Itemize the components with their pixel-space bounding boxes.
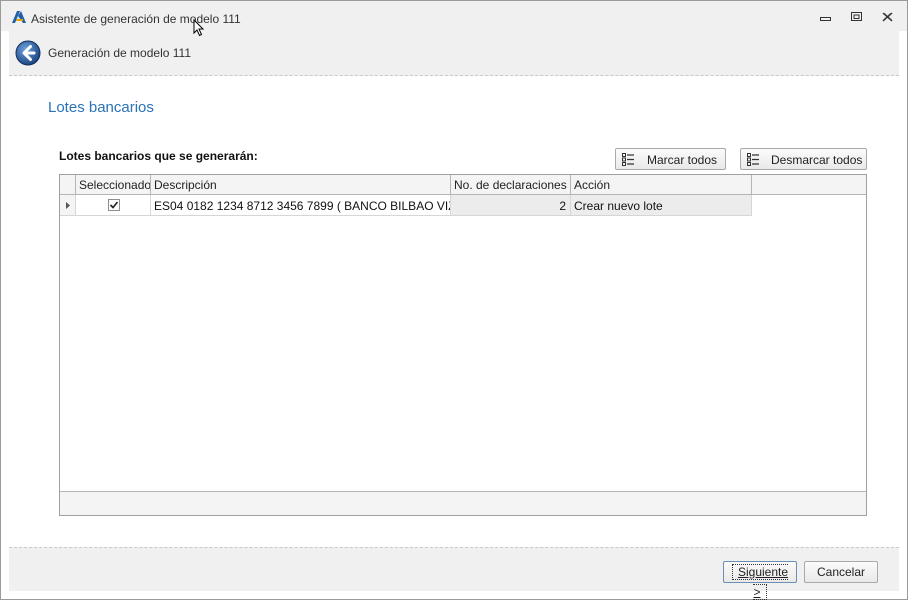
column-header-descripcion[interactable]: Descripción: [151, 175, 451, 195]
close-icon: [882, 12, 892, 22]
batches-grid[interactable]: Seleccionado Descripción No. de declarac…: [59, 174, 867, 516]
cell-accion[interactable]: Crear nuevo lote: [571, 195, 752, 216]
column-header-seleccionado[interactable]: Seleccionado: [76, 175, 151, 195]
row-pointer-icon: [66, 202, 70, 209]
wizard-header: Generación de modelo 111: [9, 31, 899, 76]
unmark-all-button[interactable]: Desmarcar todos: [740, 148, 867, 170]
restore-icon: [850, 12, 862, 21]
grid-footer: [60, 491, 866, 515]
grid-caption: Lotes bancarios que se generarán:: [59, 149, 258, 163]
mouse-cursor-icon: [193, 19, 205, 37]
next-button-label: Siguiente >: [731, 564, 789, 600]
aeat-logo-icon: [12, 11, 26, 23]
row-checkbox[interactable]: [108, 199, 120, 211]
checkmark-icon: [109, 201, 119, 209]
column-header-accion[interactable]: Acción: [571, 175, 752, 195]
mark-all-label: Marcar todos: [647, 153, 718, 167]
grid-header: Seleccionado Descripción No. de declarac…: [60, 175, 866, 195]
cell-descripcion[interactable]: ES04 0182 1234 8712 3456 7899 ( BANCO BI…: [151, 195, 451, 216]
close-button[interactable]: [877, 9, 897, 25]
cell-declaraciones[interactable]: 2: [451, 195, 571, 216]
row-indicator-header: [60, 175, 76, 195]
row-indicator[interactable]: [60, 195, 76, 216]
cell-seleccionado[interactable]: [76, 195, 151, 216]
cancel-button[interactable]: Cancelar: [804, 561, 878, 583]
window-title: Asistente de generación de modelo 111: [31, 12, 241, 26]
unmark-all-label: Desmarcar todos: [771, 153, 863, 167]
restore-button[interactable]: [846, 9, 866, 25]
wizard-window: Asistente de generación de modelo 111 Ge…: [0, 0, 908, 600]
next-button[interactable]: Siguiente >: [723, 561, 797, 600]
checklist-icon: [747, 153, 759, 166]
mark-all-button[interactable]: Marcar todos: [615, 148, 726, 170]
minimize-button[interactable]: [815, 9, 835, 25]
section-title: Lotes bancarios: [48, 99, 154, 116]
header-title: Generación de modelo 111: [48, 46, 191, 60]
title-bar[interactable]: Asistente de generación de modelo 111: [1, 1, 907, 31]
checklist-icon: [622, 153, 634, 166]
minimize-icon: [819, 17, 831, 21]
column-header-declaraciones[interactable]: No. de declaraciones: [451, 175, 571, 195]
back-arrow-icon[interactable]: [15, 40, 41, 66]
wizard-footer: Siguiente > Cancelar: [9, 547, 899, 600]
table-row[interactable]: ES04 0182 1234 8712 3456 7899 ( BANCO BI…: [60, 195, 752, 216]
